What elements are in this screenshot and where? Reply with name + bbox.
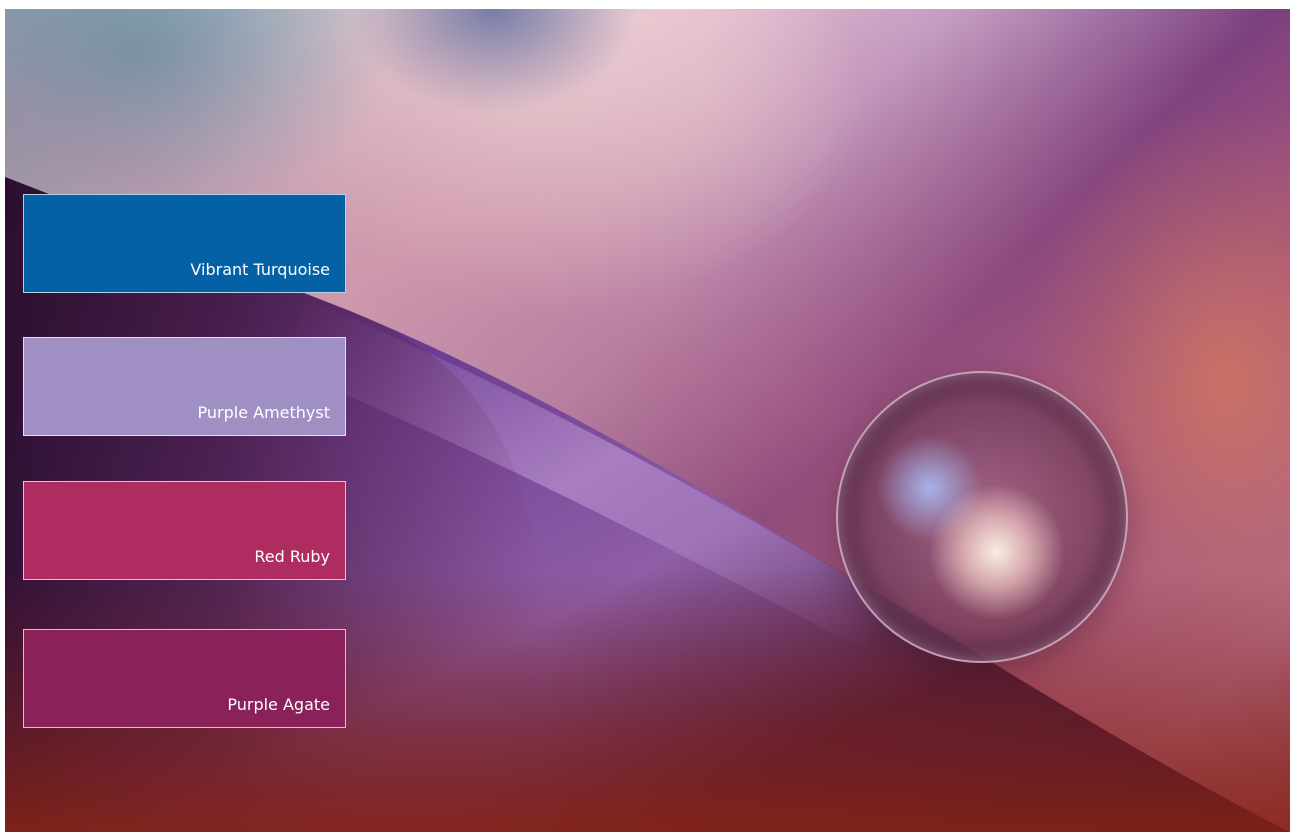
- swatch-vibrant-turquoise: Vibrant Turquoise: [23, 194, 346, 293]
- swatch-label: Vibrant Turquoise: [190, 260, 330, 279]
- water-droplet-rim: [836, 371, 1128, 663]
- swatch-label: Purple Agate: [227, 695, 330, 714]
- swatch-red-ruby: Red Ruby: [23, 481, 346, 580]
- swatch-label: Purple Amethyst: [197, 403, 330, 422]
- swatch-purple-amethyst: Purple Amethyst: [23, 337, 346, 436]
- swatch-label: Red Ruby: [254, 547, 330, 566]
- swatch-purple-agate: Purple Agate: [23, 629, 346, 728]
